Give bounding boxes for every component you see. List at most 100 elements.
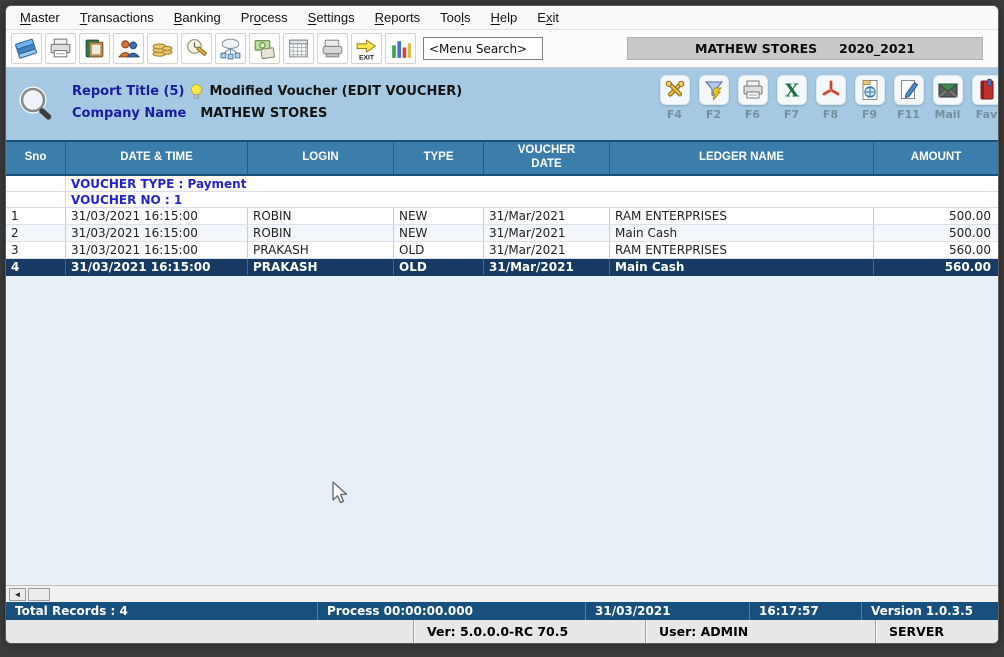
table-row[interactable]: 231/03/2021 16:15:00ROBINNEW31/Mar/2021M…	[6, 225, 998, 242]
network-icon[interactable]	[215, 33, 246, 64]
table-cell: 31/Mar/2021	[484, 259, 610, 275]
action-key-label: F9	[862, 108, 877, 121]
footer-bar: Ver: 5.0.0.0-RC 70.5 User: ADMIN SERVER	[6, 620, 998, 643]
action-f11[interactable]: F11	[889, 75, 928, 121]
action-f4[interactable]: F4	[655, 75, 694, 121]
menu-item-master[interactable]: Master	[10, 7, 70, 28]
action-f7[interactable]: X F7	[772, 75, 811, 121]
action-f6[interactable]: F6	[733, 75, 772, 121]
action-key-label: F7	[784, 108, 799, 121]
table-cell: OLD	[394, 259, 484, 275]
column-header: AMOUNT	[874, 142, 998, 174]
action-key-label: F8	[823, 108, 838, 121]
menu-item-banking[interactable]: Banking	[164, 7, 231, 28]
ledger-icon[interactable]	[79, 33, 110, 64]
report-actions: F4 F2 F6 X F7 F8 F9 F11 Mail Fav	[655, 75, 998, 121]
table-cell: PRAKASH	[248, 242, 394, 258]
grid-body: VOUCHER TYPE : PaymentVOUCHER NO : 1131/…	[6, 176, 998, 585]
table-cell: ROBIN	[248, 208, 394, 224]
app-version: Ver: 5.0.0.0-RC 70.5	[414, 620, 646, 643]
tools-icon[interactable]	[660, 75, 690, 105]
group-row-spacer	[6, 176, 66, 191]
scrollbar-thumb[interactable]	[28, 588, 50, 601]
action-mail[interactable]: Mail	[928, 75, 967, 121]
menu-item-exit[interactable]: Exit	[527, 7, 569, 28]
status-date: 31/03/2021	[586, 602, 750, 620]
users-icon[interactable]	[113, 33, 144, 64]
filter-icon[interactable]	[699, 75, 729, 105]
favorite-icon[interactable]	[972, 75, 999, 105]
register-icon[interactable]	[317, 33, 348, 64]
company-name-label: Company Name	[72, 106, 186, 121]
table-cell: 560.00	[874, 242, 998, 258]
books-icon[interactable]	[11, 33, 42, 64]
mail-icon[interactable]	[933, 75, 963, 105]
table-cell: 31/Mar/2021	[484, 208, 610, 224]
printer-icon[interactable]	[738, 75, 768, 105]
report-title-label: Report Title (5)	[72, 84, 184, 99]
action-key-label: F6	[745, 108, 760, 121]
action-key-label: Fav	[976, 108, 997, 121]
table-cell: 3	[6, 242, 66, 258]
report-header: Report Title (5) Modified Voucher (EDIT …	[6, 68, 998, 140]
table-cell: Main Cash	[610, 259, 874, 275]
company-bar-name: MATHEW STORES	[695, 41, 817, 56]
html-icon[interactable]	[855, 75, 885, 105]
report-title-value: Modified Voucher (EDIT VOUCHER)	[209, 84, 462, 99]
svg-text:EXIT: EXIT	[359, 54, 375, 61]
search-icon[interactable]	[16, 83, 58, 129]
column-header: Sno	[6, 142, 66, 174]
table-cell: 500.00	[874, 225, 998, 241]
status-version: Version 1.0.3.5	[862, 602, 998, 620]
logged-in-user: User: ADMIN	[646, 620, 876, 643]
clock-icon[interactable]	[181, 33, 212, 64]
group-row-label: VOUCHER TYPE : Payment	[66, 176, 246, 191]
printer-icon[interactable]	[45, 33, 76, 64]
table-cell: 4	[6, 259, 66, 275]
table-cell: 2	[6, 225, 66, 241]
action-key-label: Mail	[935, 108, 961, 121]
bulb-icon	[190, 83, 203, 100]
total-records: Total Records : 4	[6, 602, 318, 620]
column-header: LEDGER NAME	[610, 142, 874, 174]
table-cell: 31/Mar/2021	[484, 225, 610, 241]
chart-icon[interactable]	[385, 33, 416, 64]
exit-icon[interactable]: EXIT	[351, 33, 382, 64]
table-cell: 31/Mar/2021	[484, 242, 610, 258]
menu-item-process[interactable]: Process	[231, 7, 298, 28]
app-window: MasterTransactionsBankingProcessSettings…	[6, 6, 998, 643]
menu-item-help[interactable]: Help	[481, 7, 528, 28]
action-f9[interactable]: F9	[850, 75, 889, 121]
toolbar: EXIT MATHEW STORES 2020_2021	[6, 30, 998, 68]
edit-icon[interactable]	[894, 75, 924, 105]
svg-text:X: X	[785, 81, 799, 102]
table-cell: 1	[6, 208, 66, 224]
group-row: VOUCHER TYPE : Payment	[6, 176, 998, 192]
horizontal-scrollbar[interactable]: ◄	[6, 585, 998, 602]
menu-item-tools[interactable]: Tools	[430, 7, 480, 28]
action-fav[interactable]: Fav	[967, 75, 998, 121]
action-key-label: F2	[706, 108, 721, 121]
action-f8[interactable]: F8	[811, 75, 850, 121]
table-row[interactable]: 331/03/2021 16:15:00PRAKASHOLD31/Mar/202…	[6, 242, 998, 259]
menu-search-input[interactable]	[423, 37, 543, 60]
grid-header: SnoDATE & TIMELOGINTYPEVOUCHER DATELEDGE…	[6, 140, 998, 176]
table-cell: RAM ENTERPRISES	[610, 242, 874, 258]
coins-icon[interactable]	[147, 33, 178, 64]
menu-item-transactions[interactable]: Transactions	[70, 7, 164, 28]
scroll-left-button[interactable]: ◄	[9, 588, 26, 601]
table-cell: OLD	[394, 242, 484, 258]
group-row: VOUCHER NO : 1	[6, 192, 998, 208]
menu-item-reports[interactable]: Reports	[365, 7, 431, 28]
table-row[interactable]: 431/03/2021 16:15:00PRAKASHOLD31/Mar/202…	[6, 259, 998, 276]
table-row[interactable]: 131/03/2021 16:15:00ROBINNEW31/Mar/2021R…	[6, 208, 998, 225]
excel-icon[interactable]: X	[777, 75, 807, 105]
menubar: MasterTransactionsBankingProcessSettings…	[6, 6, 998, 30]
menu-item-settings[interactable]: Settings	[298, 7, 365, 28]
group-row-label: VOUCHER NO : 1	[66, 192, 182, 207]
pdf-icon[interactable]	[816, 75, 846, 105]
action-f2[interactable]: F2	[694, 75, 733, 121]
cash-icon[interactable]	[249, 33, 280, 64]
calendar-icon[interactable]	[283, 33, 314, 64]
table-cell: ROBIN	[248, 225, 394, 241]
